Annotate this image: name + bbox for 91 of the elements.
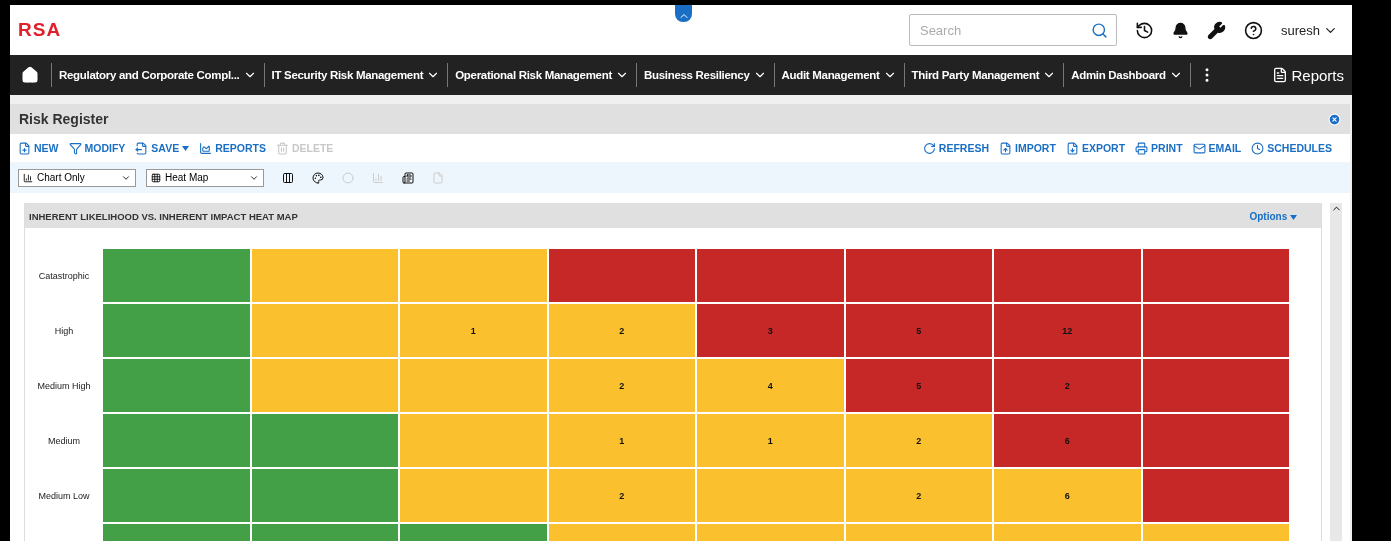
heatmap-cell[interactable] <box>400 359 547 412</box>
scrollbar[interactable] <box>1330 203 1342 541</box>
panel-title: Risk Register <box>19 111 109 127</box>
help-icon[interactable] <box>1243 20 1263 40</box>
heatmap-cell[interactable] <box>845 249 992 302</box>
heatmap-cell[interactable] <box>251 414 398 467</box>
heatmap-cell[interactable] <box>103 469 250 522</box>
heatmap-cell[interactable] <box>1142 359 1289 412</box>
palette-icon[interactable] <box>312 171 324 184</box>
save-icon <box>135 141 149 155</box>
print-icon <box>1135 141 1149 155</box>
heatmap-cell[interactable]: 2 <box>845 414 992 467</box>
schedules-icon <box>1251 141 1265 155</box>
heatmap-cell[interactable]: 6 <box>994 469 1141 522</box>
heatmap-cell[interactable] <box>400 414 547 467</box>
nav-menu-item[interactable]: Business Resiliency <box>635 63 774 87</box>
row-label: Medium Low <box>38 490 90 501</box>
reports-icon <box>199 141 213 155</box>
nav-menu-item[interactable]: Audit Management <box>773 63 904 87</box>
bar-chart-icon <box>23 172 33 183</box>
toolbar-button[interactable]: REPORTS <box>199 141 266 155</box>
toolbar-button[interactable]: NEW <box>18 141 59 155</box>
heatmap-cell[interactable] <box>1142 414 1289 467</box>
chart-type-select[interactable]: Heat Map <box>146 168 264 187</box>
document-icon <box>1272 67 1289 83</box>
heatmap-cell[interactable]: 4 <box>697 359 844 412</box>
email-icon <box>1192 141 1206 155</box>
user-menu[interactable]: suresh <box>1280 22 1338 38</box>
chart-title: INHERENT LIKELIHOOD VS. INHERENT IMPACT HEAT MAP <box>29 210 298 222</box>
heatmap-cell[interactable] <box>103 414 250 467</box>
heatmap-cell[interactable] <box>1142 304 1289 357</box>
toolbar-button[interactable]: SCHEDULES <box>1251 141 1332 155</box>
heatmap-cell[interactable] <box>251 469 398 522</box>
nav-menu-item[interactable]: Admin Dashboard <box>1063 63 1190 87</box>
collapse-tab[interactable] <box>675 5 692 22</box>
new-icon <box>18 141 31 155</box>
nav-menu-item[interactable]: Third Party Management <box>903 63 1064 87</box>
toolbar-button[interactable]: MODIFY <box>68 141 126 155</box>
heatmap-cell[interactable] <box>251 249 398 302</box>
row-label: Medium High <box>37 380 91 391</box>
heatmap-cell[interactable]: 2 <box>548 469 695 522</box>
heatmap-cell[interactable] <box>251 304 398 357</box>
toolbar-button[interactable]: REFRESH <box>922 141 990 155</box>
heatmap-cell[interactable]: 2 <box>548 304 695 357</box>
delete-icon <box>275 141 289 155</box>
grid-icon <box>151 172 161 183</box>
heatmap-cell[interactable]: 1 <box>548 414 695 467</box>
options-menu[interactable]: Options <box>1249 210 1297 222</box>
heatmap-cell[interactable] <box>400 249 547 302</box>
nav-menu-item[interactable]: Regulatory and Corporate Compl... <box>51 63 264 87</box>
row-label: Medium <box>48 435 80 446</box>
row-label: High <box>54 325 74 336</box>
view-select[interactable]: Chart Only <box>18 168 136 187</box>
wrench-icon[interactable] <box>1206 20 1226 40</box>
heatmap-cell[interactable] <box>103 359 250 412</box>
heatmap-cell[interactable]: 2 <box>548 359 695 412</box>
search-field[interactable]: Search <box>908 14 1117 46</box>
heatmap-cell[interactable] <box>697 469 844 522</box>
toolbar-button[interactable]: PRINT <box>1135 141 1183 155</box>
heatmap-cell[interactable]: 1 <box>400 304 547 357</box>
columns-icon[interactable] <box>282 171 294 184</box>
toolbar-button[interactable]: EMAIL <box>1192 141 1242 155</box>
heatmap-cell[interactable] <box>548 249 695 302</box>
heatmap-cell[interactable] <box>103 304 250 357</box>
heatmap-cell[interactable] <box>251 359 398 412</box>
export-icon <box>1065 141 1079 155</box>
modify-icon <box>68 141 82 155</box>
heatmap-cell[interactable] <box>400 469 547 522</box>
toolbar-button[interactable]: SAVE <box>135 141 190 155</box>
heatmap-cell[interactable] <box>994 249 1141 302</box>
reports-link[interactable]: Reports <box>1268 66 1352 84</box>
caret-icon <box>1290 214 1297 220</box>
heatmap-cell[interactable] <box>1142 249 1289 302</box>
nav-menu-item[interactable]: Operational Risk Management <box>447 63 636 87</box>
toolbar-button[interactable]: EXPORT <box>1065 141 1126 155</box>
row-label: Catastrophic <box>38 270 90 281</box>
search-icon[interactable] <box>1090 21 1108 39</box>
heatmap-cell[interactable]: 1 <box>697 414 844 467</box>
toolbar-button[interactable]: IMPORT <box>999 141 1056 155</box>
heatmap-cell[interactable] <box>1142 469 1289 522</box>
heatmap-cell[interactable] <box>697 249 844 302</box>
caret-icon <box>182 145 190 151</box>
heatmap-cell[interactable]: 2 <box>845 469 992 522</box>
bell-icon[interactable] <box>1171 21 1189 39</box>
heatmap-cell[interactable] <box>103 249 250 302</box>
history-icon[interactable] <box>1134 20 1154 40</box>
refresh-icon <box>922 141 936 155</box>
close-icon[interactable] <box>1328 112 1341 126</box>
import-icon <box>999 141 1013 155</box>
logo: RSA <box>18 19 62 41</box>
nav-menu-item[interactable]: IT Security Risk Management <box>263 63 448 87</box>
